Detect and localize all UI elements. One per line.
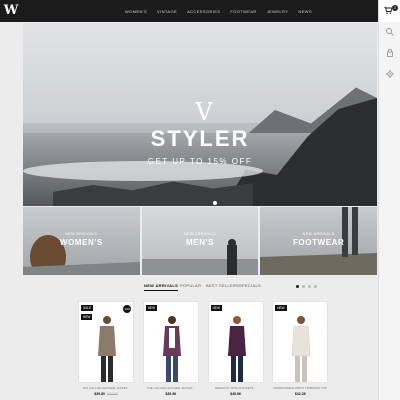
category-womens[interactable]: NEW ARRIVALS WOMEN'S: [23, 207, 140, 275]
nav-item-jewelry[interactable]: Jewelry: [262, 9, 294, 14]
nav-item-vintage[interactable]: Vintage: [152, 9, 182, 14]
product-grid: SALE NEW -10% TAN COLLAR LEATHER JACKET.…: [78, 301, 329, 400]
nav-item-news[interactable]: News: [293, 9, 317, 14]
category-label: FOOTWEAR: [292, 238, 345, 247]
product-price: $35.96: [165, 392, 177, 396]
category-kicker: NEW ARRIVALS: [302, 232, 335, 236]
product-price: $45.96: [230, 392, 241, 396]
new-badge: NEW: [275, 305, 287, 311]
product-image[interactable]: SALE NEW -10%: [78, 301, 134, 383]
product-photo: [162, 316, 181, 382]
cart-count-badge: 0: [392, 5, 398, 11]
product-photo: [98, 316, 116, 382]
hero-subtitle: GET UP TO 15% OFF: [147, 157, 253, 166]
right-sidebar: 0: [378, 0, 400, 400]
product-tabs: New Arrivals Popular Best Sellers Specia…: [23, 279, 377, 293]
tab-best-sellers[interactable]: Best Sellers: [206, 283, 239, 288]
product-name[interactable]: DENIM FIT WITH POCKETS...: [208, 386, 264, 390]
tab-popular[interactable]: Popular: [180, 283, 201, 288]
tab-specials[interactable]: Specials: [239, 283, 261, 288]
product-card[interactable]: NEW FASHIONABLE PRINT TRIMMING TOP $32.2…: [272, 301, 329, 400]
user-icon[interactable]: [385, 48, 395, 58]
product-name[interactable]: FASHIONABLE PRINT TRIMMING TOP: [272, 386, 328, 390]
search-icon[interactable]: [385, 27, 395, 37]
gear-icon[interactable]: [385, 69, 395, 79]
product-name[interactable]: TAN COLLAR LEATHER JACKET...: [78, 386, 134, 390]
top-bar: W Women's Vintage Accessories Footwear J…: [0, 0, 400, 22]
category-label: MEN'S: [186, 238, 215, 247]
category-mens[interactable]: NEW ARRIVALS MEN'S: [141, 207, 259, 275]
product-image[interactable]: NEW: [207, 301, 264, 383]
category-kicker: NEW ARRIVALS: [65, 232, 98, 236]
price-current: $39.80: [94, 392, 105, 396]
hero-banner[interactable]: V STYLER GET UP TO 15% OFF: [23, 23, 377, 206]
pager-dot[interactable]: [308, 285, 311, 288]
price-old: $44.00: [107, 392, 118, 396]
main-nav: Women's Vintage Accessories Footwear Jew…: [120, 0, 317, 22]
cart-button[interactable]: 0: [379, 0, 400, 22]
nav-item-accessories[interactable]: Accessories: [182, 9, 225, 14]
category-label: WOMEN'S: [59, 238, 103, 247]
product-price: $32.28: [294, 392, 306, 396]
nav-item-womens[interactable]: Women's: [120, 9, 152, 14]
product-price: $39.80 $44.00: [78, 392, 134, 396]
product-card[interactable]: SALE NEW -10% TAN COLLAR LEATHER JACKET.…: [78, 301, 134, 400]
pager-dot[interactable]: [302, 285, 305, 288]
new-badge: NEW: [81, 314, 93, 320]
product-photo: [291, 316, 311, 382]
sale-badge: SALE: [81, 305, 94, 311]
new-badge: NEW: [145, 305, 158, 311]
pager-dot[interactable]: [314, 285, 317, 288]
hero-slider-dot[interactable]: [213, 201, 217, 205]
product-photo: [227, 316, 246, 382]
nav-item-footwear[interactable]: Footwear: [225, 9, 261, 14]
discount-badge: -10%: [123, 305, 131, 313]
cart-icon: [384, 7, 392, 14]
category-footwear[interactable]: NEW ARRIVALS FOOTWEAR: [260, 207, 378, 275]
brand-logo[interactable]: W: [2, 2, 20, 20]
new-badge: NEW: [210, 305, 222, 311]
hero-logo-mark: V: [195, 98, 213, 126]
product-card[interactable]: NEW DENIM FIT WITH POCKETS... $45.96: [207, 301, 264, 400]
product-image[interactable]: NEW: [272, 301, 329, 383]
tab-new-arrivals[interactable]: New Arrivals: [144, 283, 179, 291]
category-row: NEW ARRIVALS WOMEN'S NEW ARRIVALS MEN'S …: [23, 207, 378, 275]
hero-title: STYLER: [150, 126, 250, 151]
pager-dot[interactable]: [296, 285, 299, 288]
category-kicker: NEW ARRIVALS: [184, 232, 216, 236]
product-card[interactable]: NEW THE COLLAR LEATHER JACKET... $35.96: [142, 301, 199, 400]
product-name[interactable]: THE COLLAR LEATHER JACKET...: [143, 386, 199, 390]
product-image[interactable]: NEW: [142, 301, 199, 383]
